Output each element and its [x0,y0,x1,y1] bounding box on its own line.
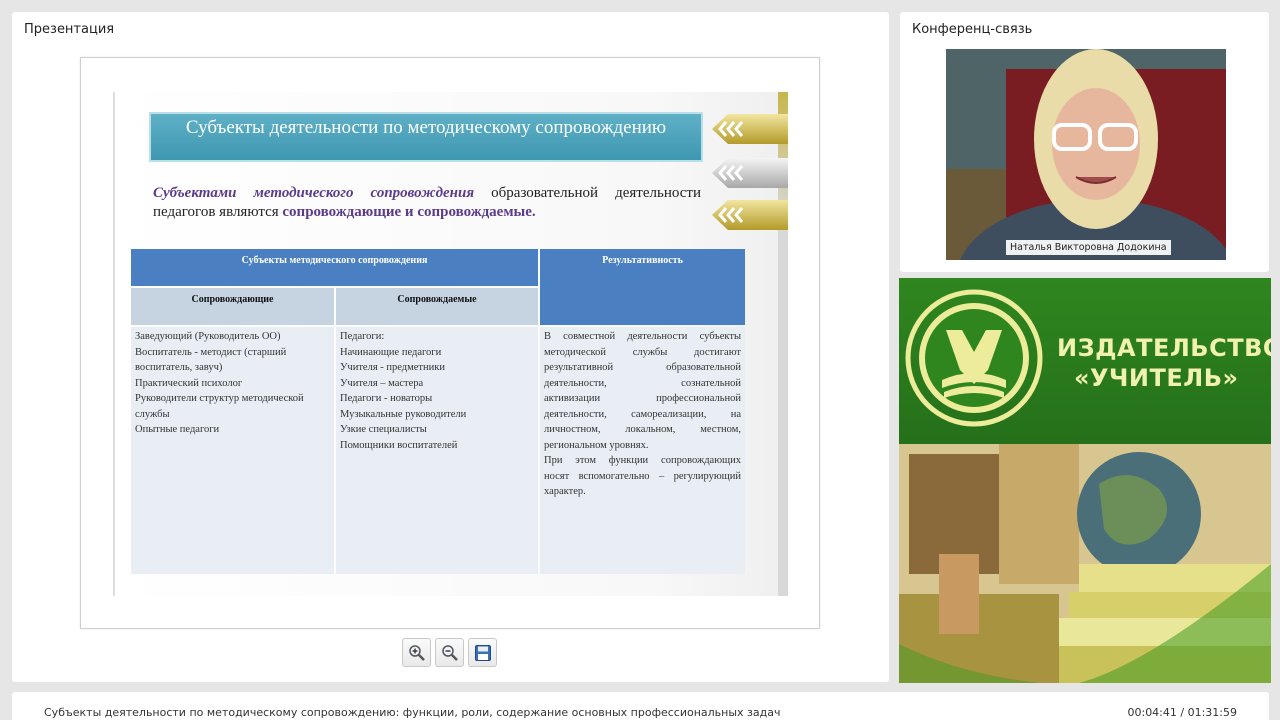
ribbon-silver-icon [712,158,788,188]
list-item: Педагоги - новаторы [340,393,433,404]
text-line: характер. [544,486,586,497]
presentation-panel-title: Презентация [24,22,115,37]
list-item: Практический психолог [135,377,243,389]
banner-title-line2: «УЧИТЕЛЬ» [1074,364,1239,392]
table-col3-cell: В совместной деятельности субъекты метод… [540,327,745,574]
publisher-banner: ИЗДАТЕЛЬСТВО «УЧИТЕЛЬ» [899,278,1271,683]
zoom-in-icon [408,644,425,661]
playback-time: 00:04:41 / 01:31:59 [1127,706,1237,719]
list-item: Начинающие педагоги [340,346,442,358]
list-item: воспитатель, завуч) [135,362,223,373]
lead-emphasis-2: сопровождающие и сопровождаемые. [282,204,536,220]
slide-heading: Субъекты деятельности по методическому с… [149,112,703,162]
table-col1-cell: Заведующий (Руководитель ОО) Воспитатель… [131,327,334,574]
list-item: Узкие специалисты [340,424,427,435]
text-line: При этом функции сопровождающих [544,455,741,466]
speaker-video[interactable]: Наталья Викторовна Додокина [946,49,1226,260]
slide: Субъекты деятельности по методическому с… [113,92,788,596]
ribbon-gold-icon [712,200,788,230]
banner-header: ИЗДАТЕЛЬСТВО «УЧИТЕЛЬ» [899,278,1271,444]
publisher-logo-icon [905,289,1043,427]
slide-lead-text: Субъектами методического сопровождения о… [153,184,701,222]
slide-viewer[interactable]: Субъекты деятельности по методическому с… [80,57,820,629]
zoom-in-button[interactable] [402,638,431,667]
zoom-out-icon [441,644,458,661]
ribbon-gold-icon [712,114,788,144]
text-line: В совместной деятельности субъекты [544,331,741,342]
subjects-table: Субъекты методического сопровождения Рез… [131,249,745,574]
text-line: региональном уровнях. [544,439,649,451]
table-group-header: Субъекты методического сопровождения [131,249,538,286]
speaker-video-frame [946,49,1226,260]
zoom-out-button[interactable] [435,638,464,667]
table-col1-header: Сопровождающие [131,288,334,325]
list-item: Педагоги: [340,331,385,342]
banner-title-line1: ИЗДАТЕЛЬСТВО [1057,334,1271,362]
text-line: личностном, локальном, местном, [544,424,741,435]
text-line: методической службы достигают [544,346,741,358]
conference-panel: Конференц-связь Наталья Викторовна Додок… [900,12,1269,272]
lead-emphasis: Субъектами методического сопровождения [153,185,475,201]
slide-left-edge [113,92,115,596]
text-line: деятельности, сознательной [544,377,741,389]
list-item: Учителя - предметники [340,362,445,373]
table-col2-header: Сопровождаемые [336,288,538,325]
lecture-title: Субъекты деятельности по методическому с… [44,706,781,719]
list-item: службы [135,408,170,420]
save-button[interactable] [468,638,497,667]
text-line: деятельности, самореализации, на [544,408,741,420]
lecture-footer: Субъекты деятельности по методическому с… [12,692,1269,720]
speaker-name-tag: Наталья Викторовна Додокина [1006,240,1171,255]
conference-panel-title: Конференц-связь [912,22,1033,37]
presentation-panel: Презентация Субъекты деятельности по мет… [12,12,889,682]
slide-toolbar [402,638,497,667]
table-col2-cell: Педагоги: Начинающие педагоги Учителя - … [336,327,538,574]
list-item: Заведующий (Руководитель ОО) [135,331,281,342]
list-item: Воспитатель - методист (старший [135,346,287,358]
floppy-disk-icon [474,644,491,661]
list-item: Музыкальные руководители [340,408,467,420]
list-item: Учителя – мастера [340,377,424,389]
text-line: носят вспомогательно – регулирующий [544,470,741,482]
books-globe-illustration [899,444,1271,683]
list-item: Помощники воспитателей [340,439,458,451]
books-globe-image [899,444,1271,683]
table-result-header: Результативность [540,249,745,325]
list-item: Опытные педагоги [135,424,220,435]
list-item: Руководители структур методической [135,393,304,404]
text-line: активизации профессиональной [544,393,741,404]
text-line: результативной образовательной [544,362,741,373]
